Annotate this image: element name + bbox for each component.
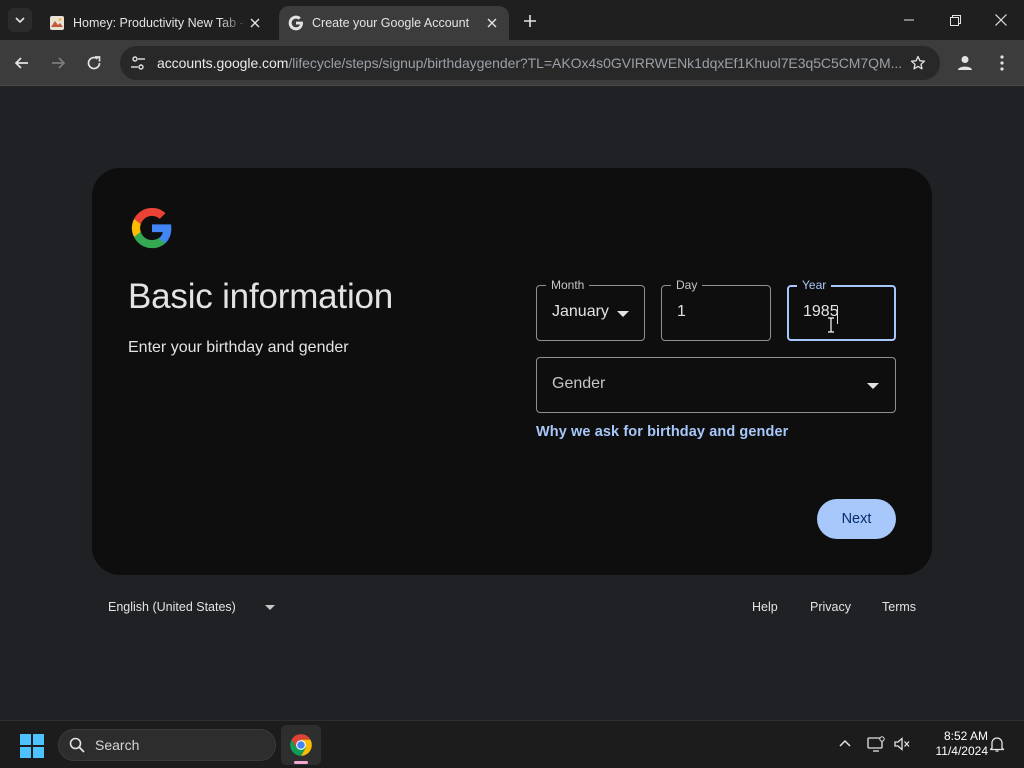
profile-icon bbox=[958, 56, 972, 70]
show-hidden-icons-button[interactable] bbox=[834, 733, 856, 755]
next-button[interactable]: Next bbox=[817, 499, 896, 539]
volume-muted-icon[interactable] bbox=[891, 733, 913, 755]
tab-strip: Homey: Productivity New Tab - Create you… bbox=[0, 0, 1024, 40]
language-selector[interactable]: English (United States) bbox=[108, 599, 236, 615]
ibeam-cursor-icon bbox=[828, 317, 834, 333]
taskbar-clock[interactable]: 8:52 AM 11/4/2024 bbox=[918, 729, 989, 759]
privacy-link[interactable]: Privacy bbox=[810, 599, 851, 615]
browser-toolbar: accounts.google.com/lifecycle/steps/sign… bbox=[0, 40, 1024, 86]
page-footer: English (United States) Help Privacy Ter… bbox=[0, 599, 1024, 623]
tab-title: Create your Google Account bbox=[312, 16, 470, 30]
minimize-button[interactable] bbox=[886, 0, 932, 40]
minimize-icon bbox=[904, 19, 914, 21]
site-settings-icon[interactable] bbox=[128, 53, 148, 73]
restore-icon bbox=[949, 14, 961, 26]
terms-link[interactable]: Terms bbox=[882, 599, 916, 615]
taskbar-search[interactable]: Search bbox=[58, 729, 276, 761]
gender-placeholder: Gender bbox=[552, 375, 606, 392]
restore-button[interactable] bbox=[932, 0, 978, 40]
dropdown-arrow-icon bbox=[867, 383, 879, 389]
clock-date: 11/4/2024 bbox=[935, 744, 989, 758]
year-label: Year bbox=[797, 277, 832, 293]
chevron-down-icon bbox=[15, 17, 25, 24]
arrow-left-icon bbox=[14, 57, 28, 69]
google-favicon-icon bbox=[288, 15, 304, 31]
homey-favicon-icon bbox=[49, 15, 65, 31]
forward-button[interactable] bbox=[44, 49, 72, 77]
day-input[interactable]: Day 1 bbox=[661, 277, 771, 341]
url-text: accounts.google.com/lifecycle/steps/sign… bbox=[157, 55, 902, 71]
plus-icon bbox=[524, 15, 536, 27]
browser-menu-button[interactable] bbox=[990, 50, 1014, 76]
year-input[interactable]: Year 1985 bbox=[787, 277, 896, 341]
close-tab-icon[interactable] bbox=[483, 14, 501, 32]
page-title: Basic information bbox=[128, 277, 394, 316]
language-dropdown-icon[interactable] bbox=[265, 605, 275, 610]
new-tab-button[interactable] bbox=[518, 9, 542, 33]
url-host: accounts.google.com bbox=[157, 55, 289, 71]
profile-button[interactable] bbox=[952, 50, 978, 76]
why-we-ask-link[interactable]: Why we ask for birthday and gender bbox=[536, 424, 788, 440]
close-tab-icon[interactable] bbox=[246, 14, 264, 32]
chevron-up-icon bbox=[839, 739, 851, 747]
dropdown-arrow-icon bbox=[617, 311, 629, 317]
signup-card: Basic information Enter your birthday an… bbox=[92, 168, 932, 575]
taskbar: Search 8:52 AM 11/4/2024 bbox=[0, 720, 1024, 768]
more-vert-icon bbox=[1000, 55, 1004, 71]
day-label: Day bbox=[671, 277, 703, 293]
active-app-indicator bbox=[294, 761, 308, 764]
windows-start-icon[interactable] bbox=[20, 734, 44, 758]
reload-button[interactable] bbox=[80, 49, 108, 77]
chrome-icon bbox=[290, 734, 312, 756]
network-icon[interactable] bbox=[865, 733, 887, 755]
google-logo-icon bbox=[131, 207, 172, 249]
address-bar[interactable]: accounts.google.com/lifecycle/steps/sign… bbox=[120, 46, 940, 80]
gender-select[interactable]: Gender bbox=[536, 357, 896, 413]
close-window-button[interactable] bbox=[978, 0, 1024, 40]
page-content: Basic information Enter your birthday an… bbox=[0, 87, 1024, 720]
text-cursor bbox=[837, 306, 838, 324]
chrome-taskbar-button[interactable] bbox=[281, 725, 321, 765]
clock-time: 8:52 AM bbox=[943, 729, 988, 743]
month-select[interactable]: Month January bbox=[536, 277, 645, 341]
tab-homey[interactable]: Homey: Productivity New Tab - bbox=[40, 6, 272, 40]
notification-bell-icon[interactable] bbox=[986, 733, 1008, 755]
close-icon bbox=[995, 14, 1007, 26]
url-path: /lifecycle/steps/signup/birthdaygender?T… bbox=[288, 55, 902, 71]
help-link[interactable]: Help bbox=[752, 599, 778, 615]
month-value: January bbox=[552, 303, 609, 320]
tab-title: Homey: Productivity New Tab - bbox=[73, 16, 244, 30]
page-subtitle: Enter your birthday and gender bbox=[128, 339, 349, 356]
tab-create-google-account[interactable]: Create your Google Account bbox=[279, 6, 509, 40]
search-icon bbox=[68, 736, 86, 754]
month-label: Month bbox=[546, 277, 590, 293]
bookmark-star-icon[interactable] bbox=[902, 47, 934, 79]
arrow-right-icon bbox=[52, 57, 66, 69]
day-value: 1 bbox=[677, 303, 686, 320]
window-controls bbox=[886, 0, 1024, 40]
tab-search-button[interactable] bbox=[8, 8, 32, 32]
back-button[interactable] bbox=[8, 49, 36, 77]
reload-icon bbox=[87, 56, 101, 70]
taskbar-search-label: Search bbox=[95, 737, 140, 753]
